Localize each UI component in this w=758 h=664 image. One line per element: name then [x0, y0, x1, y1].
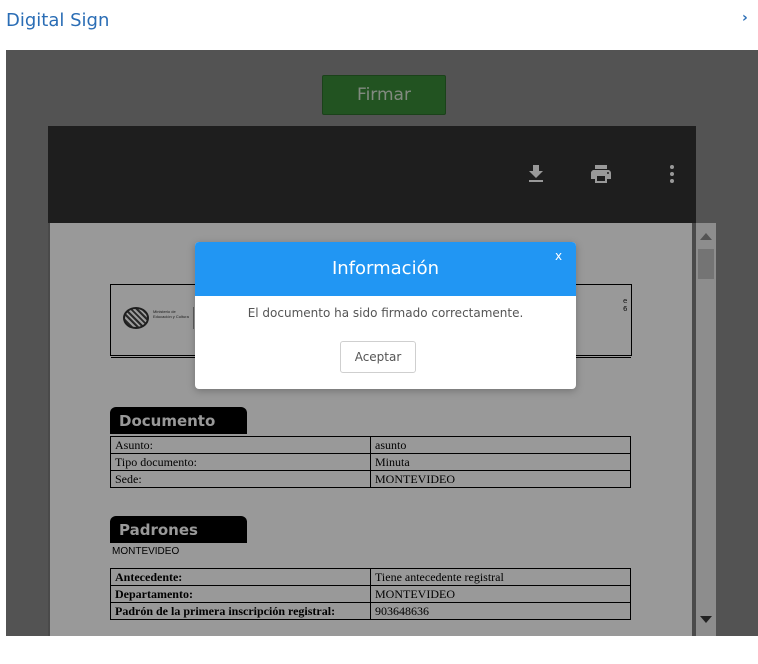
info-dialog: Información x El documento ha sido firma… — [195, 242, 576, 389]
dialog-message: El documento ha sido firmado correctamen… — [247, 306, 524, 320]
close-button[interactable]: x — [555, 249, 562, 263]
dialog-header: Información x — [195, 242, 576, 296]
accept-button[interactable]: Aceptar — [340, 341, 416, 373]
chevron-right-icon[interactable]: › — [742, 10, 748, 26]
dialog-title: Información — [331, 258, 440, 279]
app-header: Digital Sign › — [0, 0, 758, 48]
page-title: Digital Sign — [6, 10, 110, 31]
